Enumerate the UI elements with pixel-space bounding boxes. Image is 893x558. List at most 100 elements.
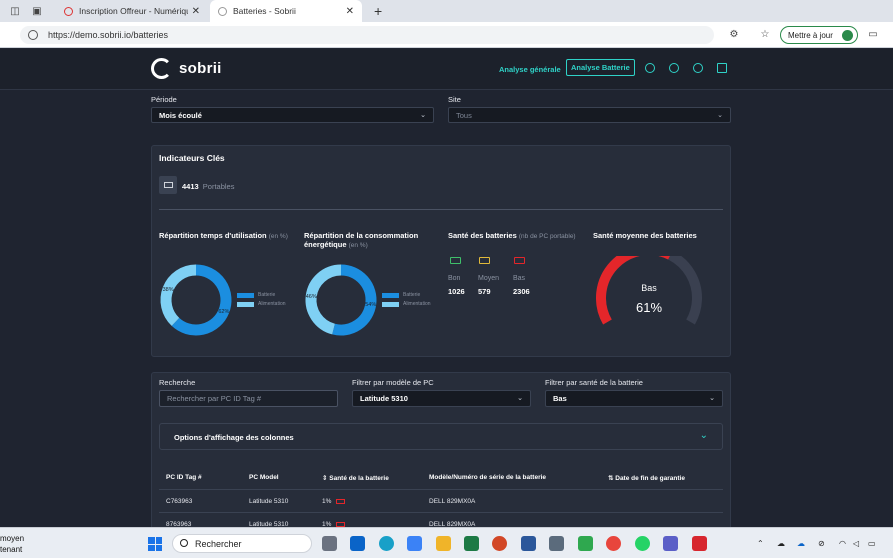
- col-header-tag[interactable]: PC ID Tag #: [166, 474, 202, 481]
- file-explorer-icon[interactable]: [436, 536, 451, 551]
- mic-muted-icon[interactable]: ⊘: [818, 539, 825, 548]
- word-icon[interactable]: [521, 536, 536, 551]
- chrome-icon[interactable]: [606, 536, 621, 551]
- cast-icon[interactable]: ▭: [867, 29, 879, 41]
- legend-label: Alimentation: [258, 301, 286, 307]
- table-divider: [159, 489, 723, 490]
- taskbar-search-text: Rechercher: [195, 538, 242, 549]
- chevron-down-icon: ⌄: [699, 430, 708, 441]
- health-medium-value: 579: [478, 287, 491, 296]
- energy-unit: (en %): [348, 242, 368, 249]
- tab-actions-icon[interactable]: ▣: [30, 4, 44, 18]
- col-header-health[interactable]: ⇕ Santé de la batterie: [322, 474, 389, 482]
- store-icon[interactable]: [407, 536, 422, 551]
- excel-icon[interactable]: [464, 536, 479, 551]
- chevron-down-icon: ⌄: [420, 112, 426, 119]
- row-health: 1%: [322, 498, 332, 505]
- edge-icon[interactable]: [379, 536, 394, 551]
- extensions-icon[interactable]: ⚙: [728, 29, 740, 41]
- wifi-icon[interactable]: ◠: [839, 539, 846, 548]
- task-view-icon[interactable]: [322, 536, 337, 551]
- avg-title: Santé moyenne des batteries: [593, 231, 697, 240]
- address-bar: https://demo.sobrii.io/batteries ⚙ ☆ Met…: [0, 22, 893, 48]
- powerpoint-icon[interactable]: [492, 536, 507, 551]
- donut-slice-label: 38%: [163, 287, 174, 293]
- close-tab-icon[interactable]: ✕: [192, 6, 200, 17]
- browser-tab-batteries[interactable]: Batteries - Sobrii ✕: [210, 0, 362, 22]
- brand-name: sobrii: [179, 60, 222, 77]
- model-filter-label: Filtrer par modèle de PC: [352, 378, 434, 387]
- column-options-label: Options d'affichage des colonnes: [174, 433, 294, 442]
- globe-icon: [28, 30, 38, 40]
- donut-slice-label: 54%: [365, 302, 376, 308]
- url-field[interactable]: https://demo.sobrii.io/batteries: [20, 26, 714, 44]
- laptop-count: 4413 Portables: [182, 182, 234, 191]
- col-header-model[interactable]: PC Model: [249, 474, 279, 481]
- search-input[interactable]: Rechercher par PC ID Tag #: [159, 390, 338, 407]
- user-icon[interactable]: [693, 63, 703, 73]
- health-filter-select[interactable]: Bas ⌄: [545, 390, 723, 407]
- periode-value: Mois écoulé: [159, 110, 202, 120]
- whatsapp-icon[interactable]: [635, 536, 650, 551]
- search-icon: [180, 539, 188, 547]
- health-low-value: 2306: [513, 287, 530, 296]
- nav-analyse-generale[interactable]: Analyse générale: [499, 65, 561, 74]
- workspaces-icon[interactable]: ◫: [8, 4, 22, 18]
- logo-ring-icon: [151, 58, 172, 79]
- battery-low-icon: [514, 257, 525, 264]
- health-title-text: Santé des batteries: [448, 231, 517, 240]
- onedrive-icon[interactable]: ☁: [797, 539, 805, 548]
- nav-analyse-batterie[interactable]: Analyse Batterie: [566, 59, 635, 76]
- usage-donut-chart: 62% 38%: [160, 264, 232, 336]
- tab-title: Batteries - Sobrii: [233, 6, 296, 16]
- model-filter-select[interactable]: Latitude 5310 ⌄: [352, 390, 531, 407]
- weather-subtext: tenant: [0, 545, 23, 554]
- col-header-serial[interactable]: Modèle/Numéro de série de la batterie: [429, 474, 546, 481]
- windows-start-icon[interactable]: [148, 537, 162, 551]
- count-label: Portables: [202, 182, 235, 191]
- tab-title: Inscription Offreur - Numérique: [79, 6, 188, 16]
- volume-icon[interactable]: ◁: [853, 539, 859, 548]
- periode-select[interactable]: Mois écoulé ⌄: [151, 107, 434, 123]
- favorites-icon[interactable]: ☆: [759, 29, 771, 41]
- health-medium-label: Moyen: [478, 275, 500, 282]
- settings-icon[interactable]: [645, 63, 655, 73]
- close-tab-icon[interactable]: ✕: [346, 6, 354, 17]
- col-header-warranty[interactable]: ⇅ Date de fin de garantie: [608, 474, 685, 482]
- logout-icon[interactable]: [717, 63, 727, 73]
- legend-label: Batterie: [403, 292, 421, 298]
- usage-unit: (en %): [268, 233, 288, 240]
- gauge-label: Bas: [641, 283, 657, 293]
- donut-slice-alimentation: [160, 264, 197, 326]
- row-serial: DELL 829MX0A: [429, 498, 476, 505]
- tab-favicon-icon: [64, 6, 73, 16]
- acrobat-icon[interactable]: [692, 536, 707, 551]
- health-filter-label: Filtrer par santé de la batterie: [545, 378, 643, 387]
- row-model: Latitude 5310: [249, 498, 289, 505]
- chart-app-icon[interactable]: [578, 536, 593, 551]
- browser-tab-inscription[interactable]: Inscription Offreur - Numérique ✕: [56, 0, 208, 22]
- sobrii-logo[interactable]: sobrii: [151, 58, 222, 79]
- site-select[interactable]: Tous ⌄: [448, 107, 731, 123]
- cloud-icon[interactable]: ☁: [777, 539, 785, 548]
- legend-batterie: Batterie: [237, 292, 275, 298]
- chevron-up-icon[interactable]: ⌃: [757, 539, 764, 548]
- count-value: 4413: [182, 182, 199, 191]
- teams-icon[interactable]: [663, 536, 678, 551]
- update-button[interactable]: Mettre à jour: [780, 26, 858, 44]
- outlook-icon[interactable]: [350, 536, 365, 551]
- battery-icon[interactable]: ▭: [868, 539, 876, 548]
- site-value: Tous: [456, 110, 472, 120]
- chevron-down-icon: ⌄: [517, 395, 523, 402]
- site-label: Site: [448, 95, 461, 104]
- tab-favicon-icon: [218, 6, 227, 16]
- legend-label: Batterie: [258, 292, 276, 298]
- new-tab-icon[interactable]: +: [374, 3, 382, 19]
- column-options-accordion[interactable]: Options d'affichage des colonnes ⌄: [159, 423, 723, 450]
- taskbar-search[interactable]: Rechercher: [172, 534, 312, 553]
- laptop-icon: [159, 176, 177, 194]
- usage-title: Répartition temps d'utilisation (en %): [159, 231, 299, 241]
- snipping-icon[interactable]: [549, 536, 564, 551]
- help-icon[interactable]: [669, 63, 679, 73]
- health-low-label: Bas: [513, 275, 526, 282]
